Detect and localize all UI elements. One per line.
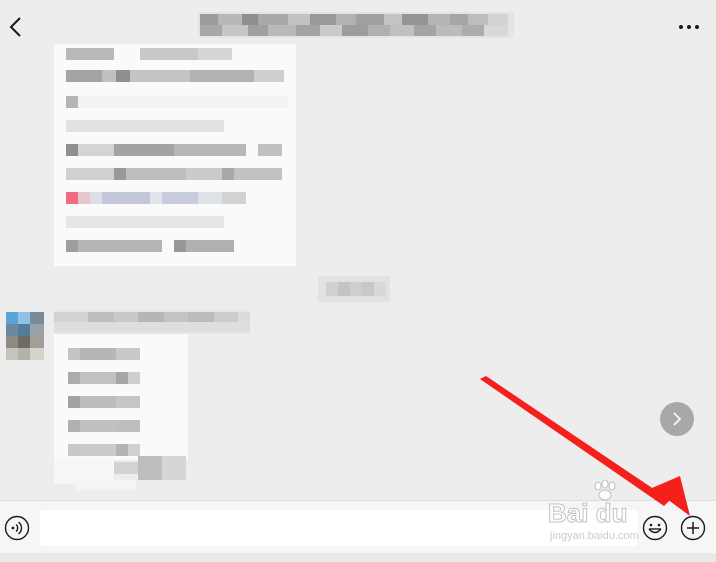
voice-input-icon[interactable]: [4, 515, 30, 541]
message-input[interactable]: [40, 510, 638, 546]
paw-icon: [594, 480, 616, 501]
plus-circle-icon[interactable]: [680, 515, 706, 541]
bottom-strip: [0, 553, 716, 562]
chat-title-pixelated: [198, 12, 514, 38]
scroll-next-button[interactable]: [660, 402, 694, 436]
message-bubble-pixelated-2[interactable]: [54, 334, 200, 492]
message-bubble-pixelated[interactable]: [54, 44, 296, 266]
emoji-icon[interactable]: [642, 515, 668, 541]
chevron-left-icon[interactable]: [6, 14, 28, 40]
sender-name-pixelated: [54, 310, 250, 334]
sender-avatar-pixelated[interactable]: [6, 312, 44, 360]
more-dots-icon[interactable]: [676, 18, 702, 36]
arrow-shaft: [480, 376, 670, 506]
timestamp-pixelated: [318, 276, 390, 302]
chevron-right-icon: [673, 412, 682, 426]
